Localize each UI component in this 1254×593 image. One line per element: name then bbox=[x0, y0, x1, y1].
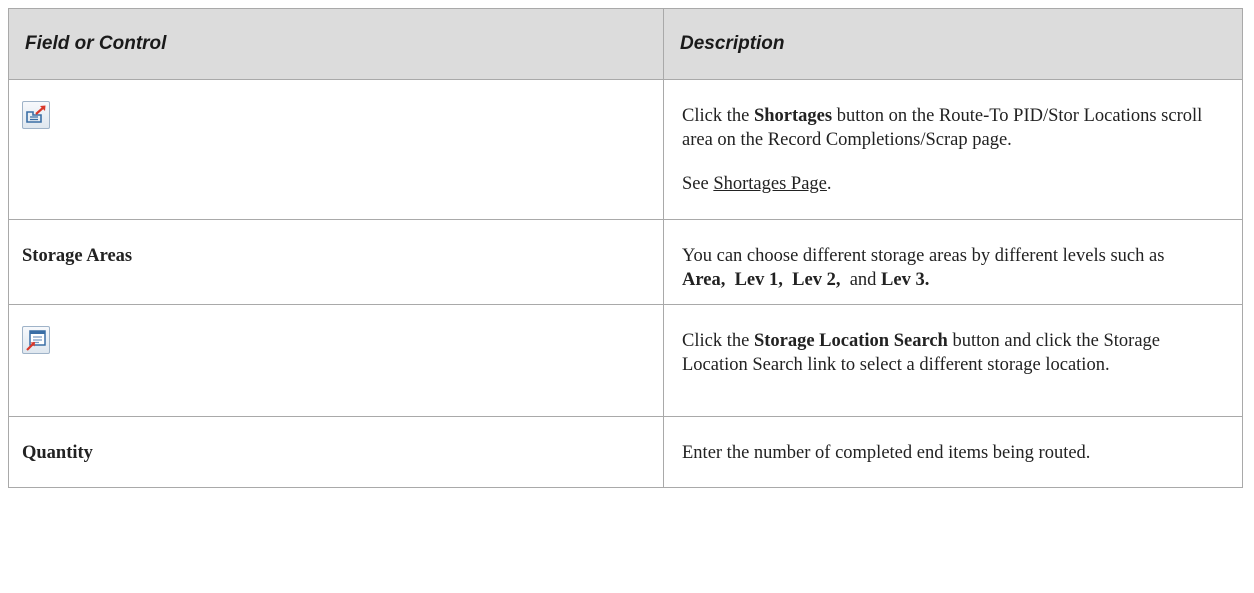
period-text: . bbox=[826, 174, 832, 194]
storage-location-search-icon[interactable] bbox=[22, 326, 50, 354]
table-row: Click the Storage Location Search button… bbox=[8, 304, 1243, 417]
description-paragraph: Click the Storage Location Search button… bbox=[682, 329, 1212, 377]
field-description-table: Field or Control Description Click the S… bbox=[8, 8, 1243, 488]
level-lev-2: Lev 2, bbox=[792, 270, 841, 290]
description-cell: Enter the number of completed end items … bbox=[663, 416, 1243, 488]
shortages-icon[interactable] bbox=[22, 101, 50, 129]
field-cell bbox=[8, 304, 664, 417]
description-cell: Click the Storage Location Search button… bbox=[663, 304, 1243, 417]
see-text: See bbox=[682, 174, 714, 194]
description-text: You can choose different storage areas b… bbox=[682, 246, 1165, 266]
description-cell: Click the Shortages button on the Route-… bbox=[663, 79, 1243, 220]
table-row: Click the Shortages button on the Route-… bbox=[8, 79, 1243, 220]
field-cell: Storage Areas bbox=[8, 219, 664, 305]
description-cell: You can choose different storage areas b… bbox=[663, 219, 1243, 305]
table-row: Storage Areas You can choose different s… bbox=[8, 219, 1243, 305]
description-paragraph: Click the Shortages button on the Route-… bbox=[682, 104, 1212, 152]
level-lev-1: Lev 1, bbox=[734, 270, 783, 290]
field-cell bbox=[8, 79, 664, 220]
description-paragraph: Enter the number of completed end items … bbox=[682, 443, 1091, 463]
table-header-row: Field or Control Description bbox=[8, 8, 1243, 80]
field-cell: Quantity bbox=[8, 416, 664, 488]
and-text: and bbox=[849, 270, 877, 290]
field-label-storage-areas: Storage Areas bbox=[22, 246, 133, 266]
see-also-paragraph: See Shortages Page. bbox=[682, 172, 1212, 196]
control-name-storage-location-search: Storage Location Search bbox=[753, 331, 948, 351]
field-label-quantity: Quantity bbox=[22, 443, 93, 463]
column-header-field-or-control: Field or Control bbox=[8, 8, 664, 80]
table-row: Quantity Enter the number of completed e… bbox=[8, 416, 1243, 488]
level-area: Area, bbox=[682, 270, 726, 290]
description-text: Click the bbox=[682, 331, 754, 351]
description-text: Click the bbox=[682, 106, 754, 126]
shortages-page-link[interactable]: Shortages Page bbox=[713, 174, 827, 194]
column-header-description: Description bbox=[663, 8, 1243, 80]
control-name-shortages: Shortages bbox=[753, 106, 833, 126]
description-paragraph: You can choose different storage areas b… bbox=[682, 244, 1212, 292]
level-lev-3: Lev 3. bbox=[881, 270, 930, 290]
